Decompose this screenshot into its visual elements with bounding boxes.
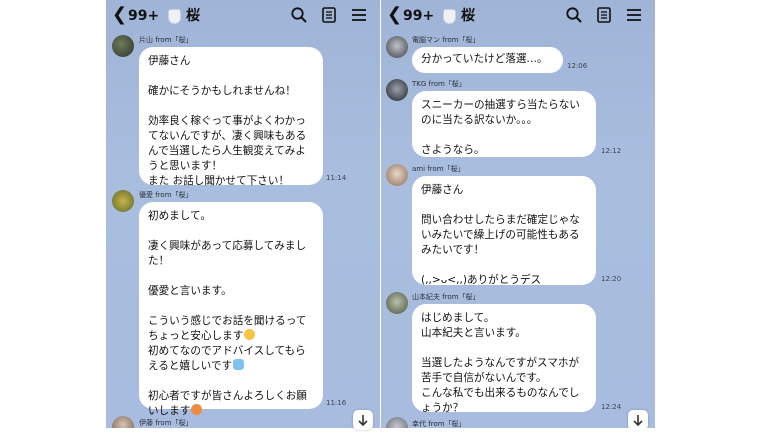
avatar[interactable] xyxy=(386,36,408,58)
message-line xyxy=(148,99,314,114)
timestamp: 11:14 xyxy=(326,174,347,182)
message-line xyxy=(148,299,314,314)
avatar[interactable] xyxy=(386,292,408,314)
sender-name: ami from「桜」 xyxy=(412,165,465,173)
message-bubble[interactable]: はじめまして。 山本紀夫と言います。 当選したようなんですがスマホが苦手で自信が… xyxy=(412,304,596,414)
message-bubble[interactable]: スニーカーの抽選すら当たらないのに当たる訳ないか。。。 さようなら。 xyxy=(412,91,596,157)
chat-header: ❮ 99+ 桜 xyxy=(381,0,655,32)
back-chevron-icon[interactable]: ❮ xyxy=(387,4,402,26)
message-line: 分かっていたけど落選…。 xyxy=(421,53,548,65)
message-bubble[interactable]: 初めまして。 凄く興味があって応募してみました！ 優愛と言います。 こういう感じ… xyxy=(139,202,323,417)
timestamp: 12:20 xyxy=(601,275,622,283)
sender-name: 山本紀夫 from「桜」 xyxy=(412,293,480,301)
message-line: 効率良く稼ぐって事がよくわかってないんですが、凄く興味もあるんで当選したら人生観… xyxy=(148,115,307,172)
bowing-person-emoji-icon xyxy=(191,404,203,415)
message-line: 確かにそうかもしれませんね！ xyxy=(148,85,296,97)
sender-name: 電脳マン from「桜」 xyxy=(412,36,480,44)
message-line xyxy=(421,341,587,356)
message-line: 伊藤さん xyxy=(421,184,464,196)
sender-name: 幸代 from「桜」 xyxy=(412,420,466,428)
back-chevron-icon[interactable]: ❮ xyxy=(112,4,127,26)
avatar[interactable] xyxy=(386,79,408,101)
unread-count[interactable]: 99+ xyxy=(128,6,159,26)
message-line: 問い合わせしたらまだ確定じゃないみたいで繰上げの可能性もあるみたいです！ xyxy=(421,214,580,256)
avatar[interactable] xyxy=(112,35,134,57)
message-line: 伊藤さん xyxy=(148,55,191,67)
message-line xyxy=(148,269,314,284)
message-line xyxy=(421,258,587,273)
message-line: また お話し聞かせて下さい！ xyxy=(148,175,290,187)
sender-name: 伊藤 from「桜」 xyxy=(139,419,193,427)
chat-pane-left: ❮ 99+ 桜 片山 from「桜」 伊藤さん 確かにそうかもしれませんね！ 効… xyxy=(106,0,380,428)
message-line: 優愛と言います。 xyxy=(148,285,232,297)
search-icon[interactable] xyxy=(565,6,583,24)
message-line: はじめまして。 xyxy=(421,312,495,324)
message-line: 初めてなのでアドバイスしてもらえると嬉しいです xyxy=(148,345,306,372)
timestamp: 12:12 xyxy=(601,147,622,155)
sender-name: 片山 from「桜」 xyxy=(139,36,193,44)
scroll-to-bottom-button[interactable] xyxy=(353,410,373,430)
avatar[interactable] xyxy=(112,190,134,212)
message-line xyxy=(421,198,587,213)
note-icon[interactable] xyxy=(320,6,338,24)
room-title: 桜 xyxy=(461,8,475,24)
message-line xyxy=(421,128,587,143)
avatar[interactable] xyxy=(386,164,408,186)
message-bubble[interactable]: 伊藤さん 問い合わせしたらまだ確定じゃないみたいで繰上げの可能性もあるみたいです… xyxy=(412,176,596,286)
shield-icon xyxy=(443,9,456,24)
message-line: 凄く興味があって応募してみました！ xyxy=(148,240,307,267)
message-line: スニーカーの抽選すら当たらないのに当たる訳ないか。。。 xyxy=(421,99,580,126)
scroll-to-bottom-button[interactable] xyxy=(628,410,648,428)
message-line: 山本紀夫と言います。 xyxy=(421,327,526,339)
message-bubble[interactable]: 分かっていたけど落選…。 xyxy=(412,47,563,73)
shield-icon xyxy=(168,9,181,24)
timestamp: 11:16 xyxy=(326,399,347,407)
search-icon[interactable] xyxy=(290,6,308,24)
timestamp: 12:06 xyxy=(567,62,588,70)
sender-name: 優愛 from「桜」 xyxy=(139,191,193,199)
message-line: こんな私でも出来るものなんでしょうか？ xyxy=(421,387,580,414)
arrow-down-icon xyxy=(633,415,643,427)
unread-count[interactable]: 99+ xyxy=(403,6,434,26)
chat-header: ❮ 99+ 桜 xyxy=(106,0,380,32)
message-line xyxy=(148,69,314,84)
message-line: 初めまして。 xyxy=(148,210,211,222)
note-icon[interactable] xyxy=(595,6,613,24)
avatar[interactable] xyxy=(112,416,134,428)
timestamp: 12:24 xyxy=(601,403,622,411)
smiling-face-emoji-icon xyxy=(244,329,256,340)
message-bubble[interactable]: 伊藤さん 確かにそうかもしれませんね！ 効率良く稼ぐって事がよくわかってないんで… xyxy=(139,47,323,187)
message-line: (,,>ᴗ<,,)ありがとうデス xyxy=(421,274,542,286)
room-title: 桜 xyxy=(186,8,200,24)
message-line: さようなら。 xyxy=(421,144,485,156)
message-line: こういう感じでお話を聞けるってちょっと安心します xyxy=(148,315,307,342)
sweat-droplets-emoji-icon xyxy=(233,359,245,370)
arrow-down-icon xyxy=(358,415,368,427)
sender-name: TKG from「桜」 xyxy=(412,80,466,88)
message-line: 当選したようなんですがスマホが苦手で自信がないんです。 xyxy=(421,357,580,384)
menu-icon[interactable] xyxy=(625,6,643,24)
chat-pane-right: ❮ 99+ 桜 電脳マン from「桜」 分かっていたけど落選…。 12:06 … xyxy=(381,0,655,428)
message-line: 初心者ですが皆さんよろしくお願いします xyxy=(148,390,307,417)
message-line xyxy=(148,224,314,239)
menu-icon[interactable] xyxy=(350,6,368,24)
avatar[interactable] xyxy=(386,417,408,428)
message-line xyxy=(148,374,314,389)
